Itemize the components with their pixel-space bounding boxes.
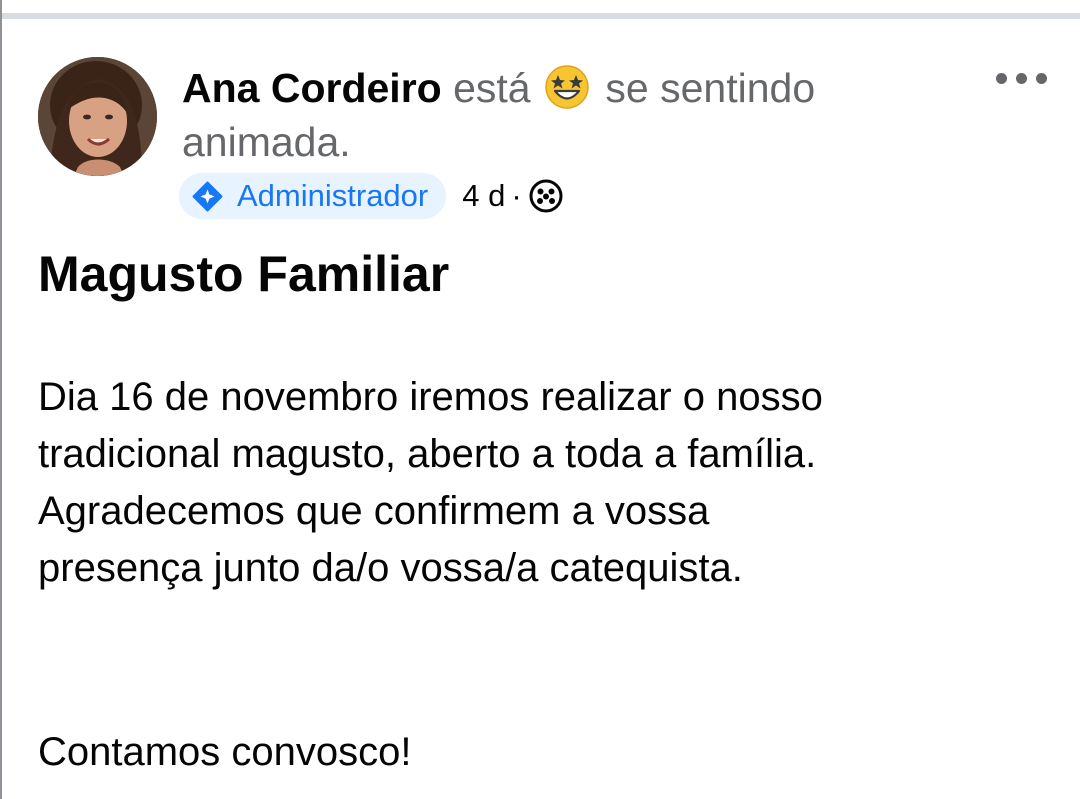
author-name[interactable]: Ana Cordeiro xyxy=(182,65,442,111)
admin-badge[interactable]: Administrador xyxy=(179,173,447,219)
post-card: Ana Cordeiro está se sentindo animada. A… xyxy=(0,0,1080,799)
meta-separator: · xyxy=(511,178,522,213)
post-body-line: presença junto da/o vossa/a catequista. xyxy=(38,546,743,590)
post-header: Ana Cordeiro está se sentindo animada. xyxy=(182,61,942,169)
star-struck-emoji-icon xyxy=(545,65,589,109)
more-options-icon-dot xyxy=(1015,72,1027,84)
post-title: Magusto Familiar xyxy=(38,246,450,302)
post-body-line: Dia 16 de novembro iremos realizar o nos… xyxy=(38,375,823,419)
post-timestamp[interactable]: 4 d xyxy=(462,178,505,214)
more-options-button[interactable] xyxy=(986,60,1056,96)
left-edge xyxy=(0,0,2,799)
admin-badge-label: Administrador xyxy=(237,178,429,213)
post-closing: Contamos convosco! xyxy=(38,730,412,774)
post-body-line: Agradecemos que confirmem a vossa xyxy=(38,489,710,533)
post-body: Dia 16 de novembro iremos realizar o nos… xyxy=(38,369,1058,597)
top-divider xyxy=(0,13,1080,19)
more-options-icon xyxy=(995,72,1007,84)
avatar[interactable] xyxy=(38,57,157,176)
avatar-image xyxy=(38,57,157,176)
admin-diamond-icon xyxy=(192,181,223,211)
more-options-icon-dot xyxy=(1035,72,1047,84)
group-audience-icon[interactable] xyxy=(528,178,564,214)
post-body-line: tradicional magusto, aberto a toda a fam… xyxy=(38,432,817,476)
feeling-text-cont[interactable]: animada. xyxy=(182,119,351,165)
feeling-text[interactable]: se sentindo xyxy=(605,65,815,111)
feeling-prefix: está xyxy=(453,65,531,111)
post-meta: Administrador 4 d · xyxy=(179,173,564,219)
